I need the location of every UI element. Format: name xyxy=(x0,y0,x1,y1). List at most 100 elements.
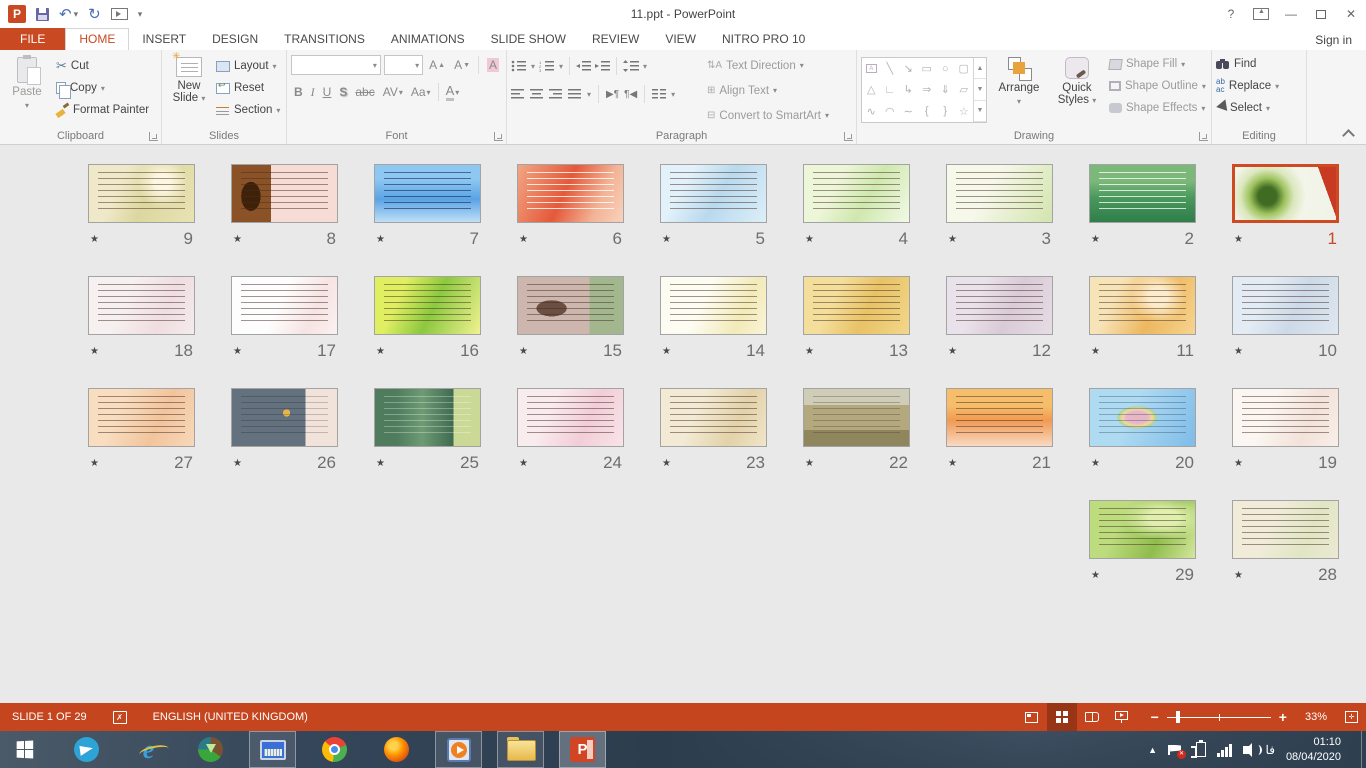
find-button[interactable]: Find xyxy=(1216,55,1302,73)
zoom-slider-thumb[interactable] xyxy=(1176,711,1180,723)
taskbar-powerpoint[interactable]: P xyxy=(559,731,606,768)
shape-glyph-icon-1[interactable]: ↘ xyxy=(904,62,913,75)
speaker-icon[interactable] xyxy=(1243,746,1249,754)
shape-textbox-icon[interactable]: A xyxy=(866,64,877,73)
taskbar-file-explorer[interactable] xyxy=(497,731,544,768)
collapse-ribbon-button[interactable] xyxy=(1344,128,1352,136)
bullets-icon[interactable] xyxy=(511,60,527,72)
start-button[interactable] xyxy=(0,731,48,768)
show-hidden-icons-button[interactable]: ▲ xyxy=(1148,745,1157,755)
slide-thumbnail-29[interactable] xyxy=(1089,500,1196,559)
paste-button[interactable]: Paste ▾ xyxy=(4,53,50,127)
quick-styles-button[interactable]: QuickStyles ▾ xyxy=(1051,53,1103,127)
slide-thumbnail-9[interactable] xyxy=(88,164,195,223)
font-color-button[interactable]: A▾ xyxy=(443,83,463,101)
clock[interactable]: 01:10 08/04/2020 xyxy=(1286,735,1341,764)
layout-button[interactable]: Layout▾ xyxy=(216,57,280,75)
slide-thumbnail-8[interactable] xyxy=(231,164,338,223)
shape-glyph-icon-7[interactable]: ↳ xyxy=(904,83,913,96)
taskbar-chrome[interactable] xyxy=(311,731,358,768)
shape-glyph-icon-15[interactable]: } xyxy=(943,105,947,117)
battery-icon[interactable] xyxy=(1196,742,1206,757)
slide-thumbnail-20[interactable] xyxy=(1089,388,1196,447)
text-shadow-button[interactable]: S xyxy=(336,83,350,101)
shape-glyph-icon-11[interactable]: ∿ xyxy=(867,105,876,118)
tab-slide-show[interactable]: SLIDE SHOW xyxy=(478,28,579,50)
taskbar-firefox[interactable] xyxy=(373,731,420,768)
shape-glyph-icon-2[interactable]: ▭ xyxy=(922,62,932,75)
drawing-dialog-launcher[interactable] xyxy=(1199,132,1208,141)
slide-thumbnail-14[interactable] xyxy=(660,276,767,335)
slide-thumbnail-19[interactable] xyxy=(1232,388,1339,447)
clipboard-dialog-launcher[interactable] xyxy=(149,132,158,141)
font-size-combo[interactable]: ▾ xyxy=(384,55,423,75)
slide-thumbnail-25[interactable] xyxy=(374,388,481,447)
shapes-more-icon[interactable]: ▼ xyxy=(974,101,986,122)
slide-thumbnail-17[interactable] xyxy=(231,276,338,335)
arrange-button[interactable]: Arrange ▾ xyxy=(993,53,1045,127)
tab-nitro-pro[interactable]: NITRO PRO 10 xyxy=(709,28,818,50)
clear-formatting-button[interactable]: A xyxy=(484,56,502,74)
slide-sorter-view-button[interactable] xyxy=(1047,703,1077,731)
slide-thumbnail-2[interactable] xyxy=(1089,164,1196,223)
slide-thumbnail-13[interactable] xyxy=(803,276,910,335)
slide-thumbnail-26[interactable] xyxy=(231,388,338,447)
shapes-gallery[interactable]: A╲↘▭○▢△∟↳⇒⇓▱∿◠∼{}☆ ▲▼▼ xyxy=(861,57,987,123)
taskbar-internet-explorer[interactable]: e xyxy=(125,731,172,768)
reset-button[interactable]: Reset xyxy=(216,79,280,97)
shape-glyph-icon-10[interactable]: ▱ xyxy=(960,83,968,96)
slide-thumbnail-22[interactable] xyxy=(803,388,910,447)
select-button[interactable]: Select▾ xyxy=(1216,99,1302,117)
slide-thumbnail-7[interactable] xyxy=(374,164,481,223)
tab-review[interactable]: REVIEW xyxy=(579,28,652,50)
copy-dropdown-icon[interactable]: ▾ xyxy=(101,84,105,93)
zoom-level[interactable]: 33% xyxy=(1305,711,1327,723)
help-button[interactable]: ? xyxy=(1216,3,1246,25)
align-right-icon[interactable] xyxy=(549,88,563,100)
tab-home[interactable]: HOME xyxy=(65,28,129,50)
cut-button[interactable]: ✂Cut xyxy=(56,57,149,75)
shape-outline-button[interactable]: Shape Outline▾ xyxy=(1109,77,1206,95)
new-slide-button[interactable]: New Slide ▾ xyxy=(166,53,212,127)
slide-thumbnail-18[interactable] xyxy=(88,276,195,335)
minimize-button[interactable]: — xyxy=(1276,3,1306,25)
shrink-font-button[interactable]: A▼ xyxy=(451,56,473,74)
new-slide-dropdown-icon[interactable]: ▾ xyxy=(201,94,205,103)
restore-button[interactable] xyxy=(1306,3,1336,25)
action-center-icon[interactable] xyxy=(1168,745,1181,755)
slide-thumbnail-28[interactable] xyxy=(1232,500,1339,559)
slide-thumbnail-10[interactable] xyxy=(1232,276,1339,335)
ltr-direction-button[interactable]: ▶¶ xyxy=(606,89,619,100)
network-signal-icon[interactable] xyxy=(1217,743,1232,757)
tab-transitions[interactable]: TRANSITIONS xyxy=(271,28,378,50)
zoom-out-button[interactable]: − xyxy=(1151,709,1159,725)
increase-indent-icon[interactable] xyxy=(595,60,610,72)
section-button[interactable]: Section▾ xyxy=(216,101,280,119)
shape-glyph-icon-14[interactable]: { xyxy=(925,105,929,117)
normal-view-button[interactable] xyxy=(1017,703,1047,731)
italic-button[interactable]: I xyxy=(308,83,318,101)
sign-in-link[interactable]: Sign in xyxy=(1315,33,1352,47)
fit-to-window-button[interactable]: ✛ xyxy=(1345,711,1358,723)
slide-counter[interactable]: SLIDE 1 OF 29 xyxy=(12,711,87,723)
slide-thumbnail-1[interactable] xyxy=(1232,164,1339,223)
slide-thumbnail-5[interactable] xyxy=(660,164,767,223)
shapes-gallery-scrollbar[interactable]: ▲▼▼ xyxy=(973,58,986,122)
taskbar-media-player[interactable] xyxy=(435,731,482,768)
slide-thumbnail-16[interactable] xyxy=(374,276,481,335)
slide-thumbnail-3[interactable] xyxy=(946,164,1053,223)
font-name-combo[interactable]: ▾ xyxy=(291,55,381,75)
reading-view-button[interactable] xyxy=(1077,703,1107,731)
slide-thumbnail-24[interactable] xyxy=(517,388,624,447)
tab-file[interactable]: FILE xyxy=(0,28,65,50)
spell-check-icon[interactable]: ✗ xyxy=(113,711,127,724)
ribbon-display-options-button[interactable] xyxy=(1246,3,1276,25)
close-button[interactable]: ✕ xyxy=(1336,3,1366,25)
slide-thumbnail-21[interactable] xyxy=(946,388,1053,447)
language-indicator[interactable]: ENGLISH (UNITED KINGDOM) xyxy=(153,711,308,723)
shape-glyph-icon-9[interactable]: ⇓ xyxy=(941,83,950,96)
character-spacing-button[interactable]: AV▾ xyxy=(380,83,406,101)
paragraph-dialog-launcher[interactable] xyxy=(844,132,853,141)
copy-button[interactable]: Copy▾ xyxy=(56,79,149,97)
tab-view[interactable]: VIEW xyxy=(652,28,709,50)
